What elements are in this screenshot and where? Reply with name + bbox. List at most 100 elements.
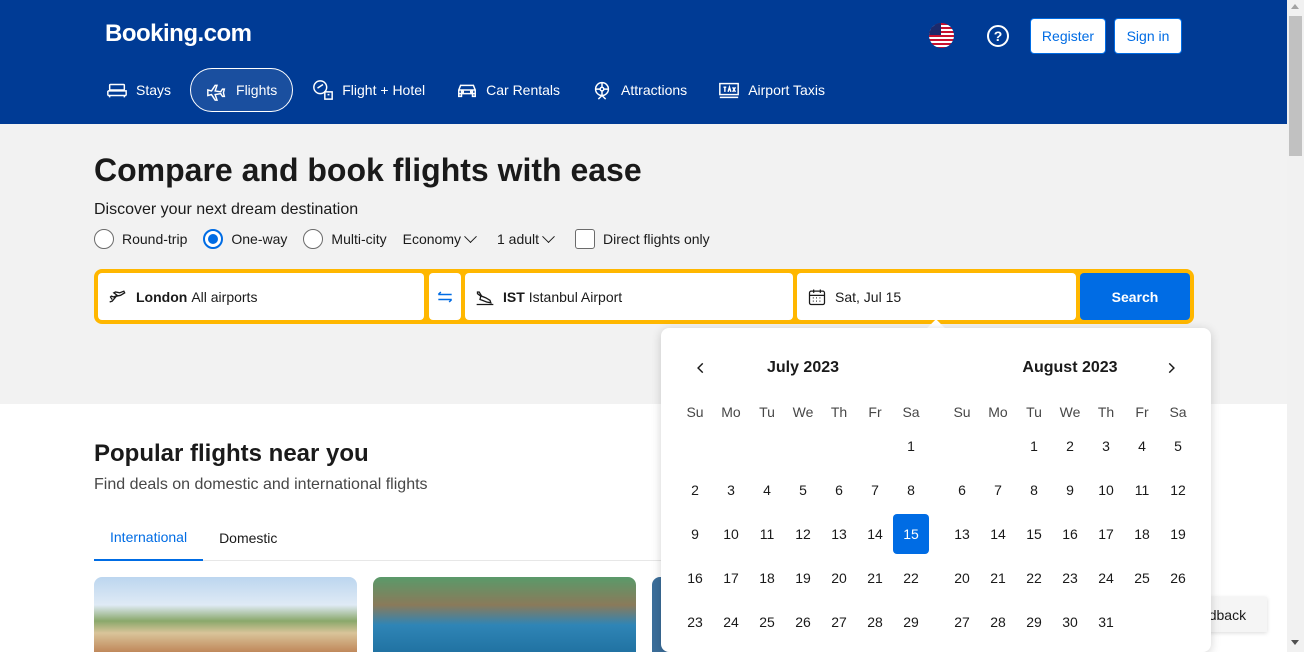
weekday-label: Tu [759, 404, 775, 420]
calendar-day[interactable]: 31 [1088, 602, 1124, 642]
calendar-day[interactable]: 11 [1124, 470, 1160, 510]
calendar-day[interactable]: 25 [1124, 558, 1160, 598]
calendar-day[interactable]: 10 [713, 514, 749, 554]
calendar-day[interactable]: 18 [1124, 514, 1160, 554]
calendar-day[interactable]: 9 [1052, 470, 1088, 510]
scroll-up-arrow[interactable] [1291, 4, 1299, 9]
calendar-day[interactable]: 27 [821, 602, 857, 642]
us-flag-icon[interactable] [929, 23, 954, 48]
checkbox-label: Direct flights only [603, 231, 710, 247]
calendar-day[interactable]: 6 [944, 470, 980, 510]
radio-circle[interactable] [303, 229, 324, 249]
radio-label: One-way [231, 231, 288, 247]
calendar-day[interactable]: 2 [677, 470, 713, 510]
help-icon[interactable]: ? [987, 25, 1009, 47]
calendar-day[interactable]: 19 [785, 558, 821, 598]
nav-item-airport-taxis[interactable]: Airport Taxis [706, 68, 837, 112]
booking-logo[interactable]: Booking.com [105, 20, 252, 48]
calendar-day[interactable]: 27 [944, 602, 980, 642]
direct-flights-checkbox[interactable]: Direct flights only [575, 229, 710, 249]
calendar-day[interactable]: 18 [749, 558, 785, 598]
radio-multi-city[interactable]: Multi-city [303, 229, 387, 249]
calendar-day[interactable]: 7 [857, 470, 893, 510]
cabin-class-dropdown[interactable]: Economy [403, 229, 477, 247]
calendar-day[interactable]: 16 [1052, 514, 1088, 554]
calendar-day[interactable]: 16 [677, 558, 713, 598]
calendar-day[interactable]: 17 [713, 558, 749, 598]
calendar-day[interactable]: 23 [1052, 558, 1088, 598]
nav-label: Flight + Hotel [342, 82, 426, 98]
nav-item-flights[interactable]: Flights [190, 68, 294, 112]
tab-domestic[interactable]: Domestic [203, 514, 293, 561]
calendar-day[interactable]: 9 [677, 514, 713, 554]
calendar-day[interactable]: 19 [1160, 514, 1196, 554]
nav-item-car-rentals[interactable]: Car Rentals [444, 68, 572, 112]
sign-in-button[interactable]: Sign in [1114, 18, 1182, 54]
swap-button[interactable] [429, 273, 461, 320]
calendar-day[interactable]: 12 [785, 514, 821, 554]
radio-circle[interactable] [203, 229, 224, 249]
checkbox-box[interactable] [575, 229, 596, 249]
scroll-thumb[interactable] [1289, 16, 1302, 156]
origin-field[interactable]: London All airports [98, 273, 424, 320]
register-button[interactable]: Register [1030, 18, 1106, 54]
calendar-day[interactable]: 26 [1160, 558, 1196, 598]
tab-international[interactable]: International [94, 514, 204, 561]
calendar-day[interactable]: 21 [857, 558, 893, 598]
radio-circle[interactable] [94, 229, 114, 249]
calendar-day[interactable]: 5 [1160, 426, 1196, 466]
nav-item-flight-hotel[interactable]: Flight + Hotel [300, 68, 437, 112]
calendar-day[interactable]: 12 [1160, 470, 1196, 510]
car-icon [458, 84, 477, 98]
search-button[interactable]: Search [1080, 273, 1190, 320]
calendar-day[interactable]: 20 [821, 558, 857, 598]
radio-one-way[interactable]: One-way [203, 229, 287, 249]
calendar-day[interactable]: 14 [980, 514, 1016, 554]
scroll-down-arrow[interactable] [1291, 640, 1299, 645]
destination-card-image[interactable] [94, 577, 357, 652]
calendar-day[interactable]: 11 [749, 514, 785, 554]
calendar-day[interactable]: 13 [821, 514, 857, 554]
calendar-day[interactable]: 22 [1016, 558, 1052, 598]
calendar-day[interactable]: 1 [893, 426, 929, 466]
nav-item-stays[interactable]: Stays [94, 68, 183, 112]
calendar-day[interactable]: 4 [749, 470, 785, 510]
calendar-day[interactable]: 2 [1052, 426, 1088, 466]
calendar-day-selected[interactable]: 15 [893, 514, 929, 554]
calendar-day[interactable]: 14 [857, 514, 893, 554]
calendar-day[interactable]: 17 [1088, 514, 1124, 554]
calendar-day[interactable]: 4 [1124, 426, 1160, 466]
calendar-day[interactable]: 24 [1088, 558, 1124, 598]
calendar-day[interactable]: 5 [785, 470, 821, 510]
chevron-down-icon [464, 229, 477, 243]
destination-field[interactable]: IST Istanbul Airport [465, 273, 793, 320]
calendar-day[interactable]: 26 [785, 602, 821, 642]
nav-item-attractions[interactable]: Attractions [579, 68, 699, 112]
page-scrollbar[interactable] [1287, 0, 1304, 652]
calendar-day[interactable]: 10 [1088, 470, 1124, 510]
calendar-day[interactable]: 13 [944, 514, 980, 554]
date-field[interactable]: Sat, Jul 15 [797, 273, 1076, 320]
calendar-day[interactable]: 30 [1052, 602, 1088, 642]
calendar-day[interactable]: 3 [1088, 426, 1124, 466]
calendar-day[interactable]: 21 [980, 558, 1016, 598]
calendar-day[interactable]: 29 [1016, 602, 1052, 642]
destination-card-image[interactable] [373, 577, 636, 652]
calendar-day[interactable]: 1 [1016, 426, 1052, 466]
calendar-day[interactable]: 6 [821, 470, 857, 510]
passengers-dropdown[interactable]: 1 adult [497, 229, 555, 247]
calendar-day[interactable]: 7 [980, 470, 1016, 510]
calendar-day[interactable]: 28 [857, 602, 893, 642]
calendar-day[interactable]: 29 [893, 602, 929, 642]
calendar-day[interactable]: 23 [677, 602, 713, 642]
calendar-day[interactable]: 3 [713, 470, 749, 510]
calendar-day[interactable]: 28 [980, 602, 1016, 642]
radio-round-trip[interactable]: Round-trip [94, 229, 187, 249]
calendar-day[interactable]: 22 [893, 558, 929, 598]
calendar-day[interactable]: 24 [713, 602, 749, 642]
calendar-day[interactable]: 8 [893, 470, 929, 510]
calendar-day[interactable]: 25 [749, 602, 785, 642]
calendar-day[interactable]: 20 [944, 558, 980, 598]
calendar-day[interactable]: 8 [1016, 470, 1052, 510]
calendar-day[interactable]: 15 [1016, 514, 1052, 554]
